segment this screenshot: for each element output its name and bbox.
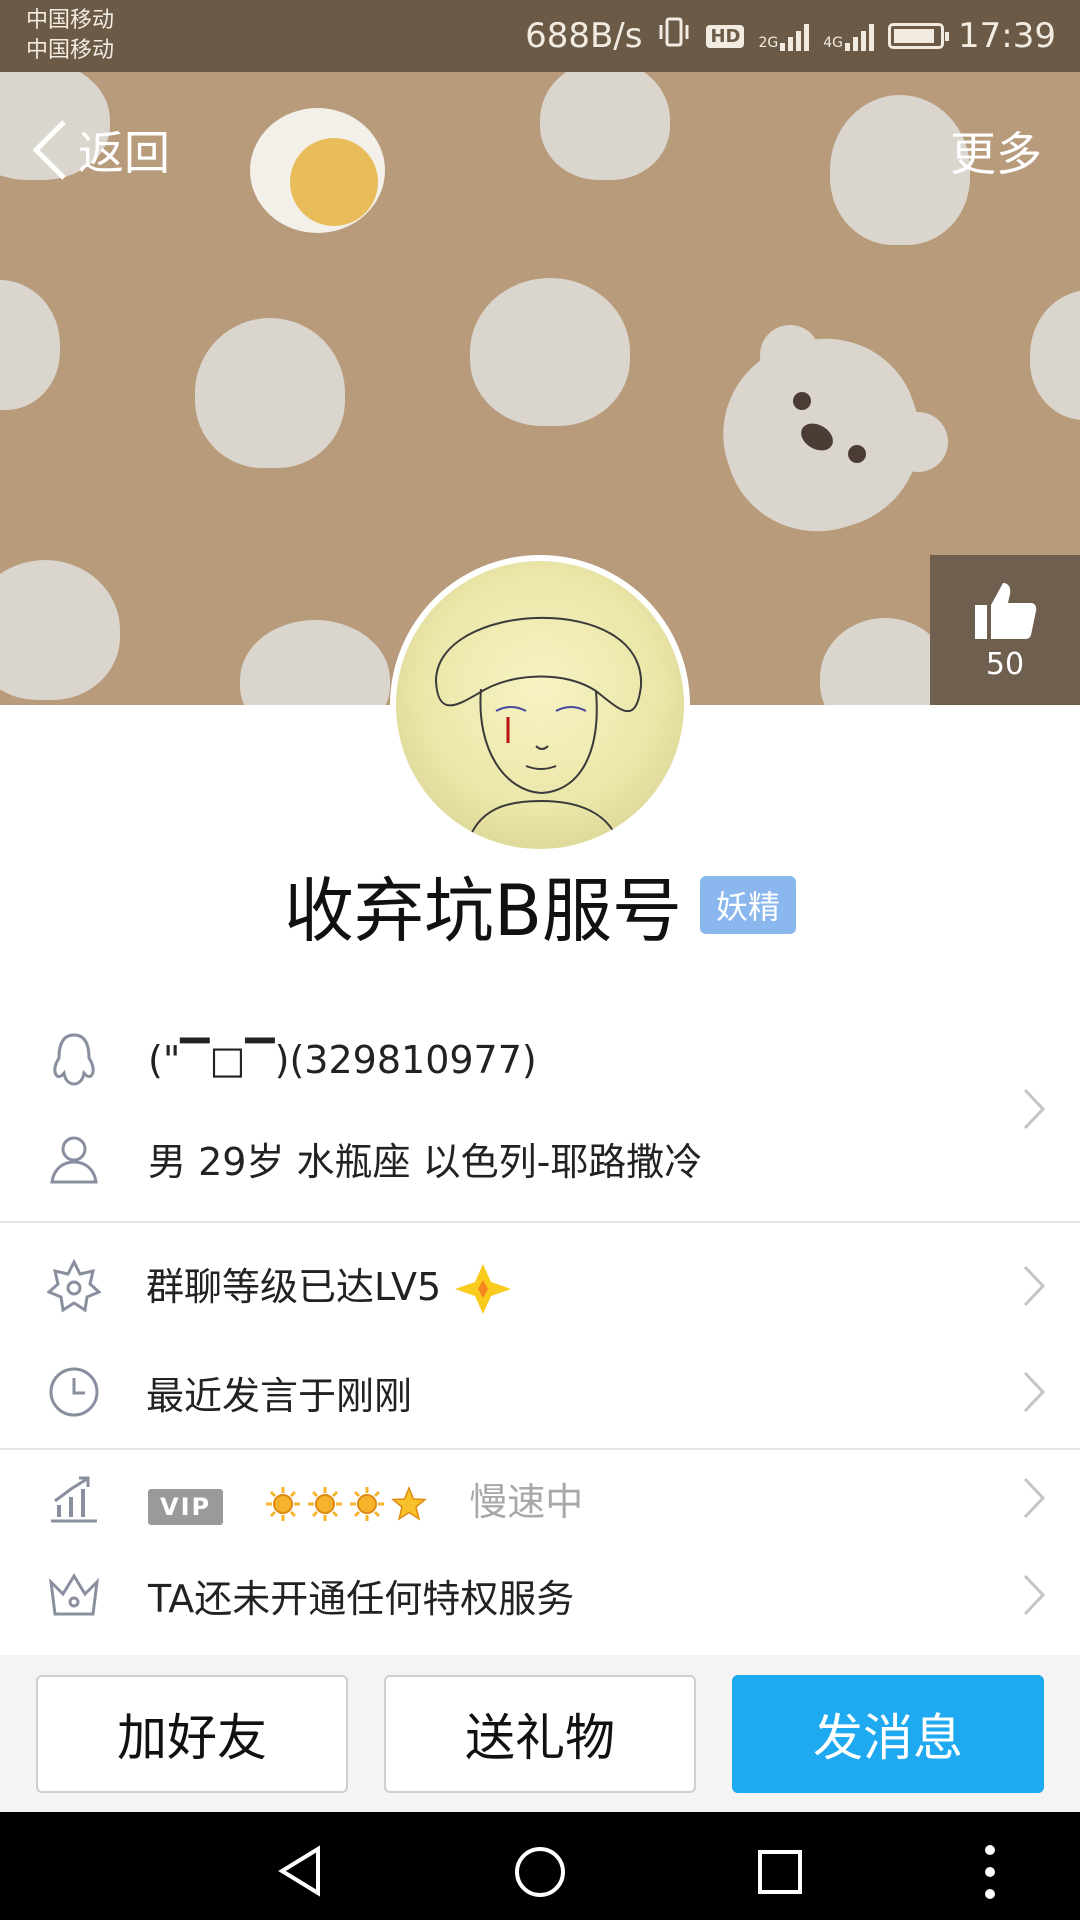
back-label: 返回 xyxy=(78,126,170,180)
bear-eye xyxy=(793,392,811,410)
profile-name-row: 收弃坑B服号 妖精 xyxy=(0,860,1080,952)
nav-home-icon[interactable] xyxy=(513,1845,567,1899)
signal-bars-icon xyxy=(780,21,810,51)
thumbs-up-icon xyxy=(975,582,1037,639)
vip-row[interactable]: VIP 慢速中 xyxy=(0,1458,1080,1538)
nav-recents-icon[interactable] xyxy=(756,1848,804,1896)
carrier-2: 中国移动 xyxy=(26,38,115,63)
nav-more-icon[interactable] xyxy=(982,1842,998,1902)
avatar-image xyxy=(396,561,684,849)
chevron-right-icon xyxy=(1023,1477,1046,1519)
battery-icon xyxy=(888,23,950,49)
send-message-button[interactable]: 发消息 xyxy=(732,1675,1044,1793)
bun-decoration xyxy=(0,560,120,700)
status-bar: 中国移动 中国移动 688B/s HD 2G 4G 17:39 xyxy=(0,0,1080,72)
avatar-drawing xyxy=(434,616,643,849)
action-bar: 加好友 送礼物 发消息 xyxy=(0,1655,1080,1812)
penguin-icon xyxy=(44,1030,104,1090)
status-indicators: 688B/s HD 2G 4G 17:39 xyxy=(525,0,1056,72)
star-gear-icon xyxy=(44,1256,104,1316)
level-diamond-icon xyxy=(455,1264,512,1315)
details-row: 男 29岁 水瓶座 以色列-耶路撒冷 xyxy=(0,1118,1080,1198)
vip-badge: VIP xyxy=(148,1488,224,1525)
last-speak-row[interactable]: 最近发言于刚刚 xyxy=(0,1352,1080,1432)
vip-status: 慢速中 xyxy=(469,1479,584,1524)
chevron-right-icon xyxy=(1023,1265,1046,1307)
bun-decoration xyxy=(540,60,670,180)
group-level-row[interactable]: 群聊等级已达LV5 xyxy=(0,1246,1080,1326)
chevron-left-icon xyxy=(32,120,66,180)
chevron-right-icon xyxy=(1023,1574,1046,1616)
bear-eye xyxy=(848,445,866,463)
navigation-bar xyxy=(0,1812,1080,1920)
back-button[interactable]: 返回 xyxy=(30,115,170,185)
bun-decoration xyxy=(0,280,60,410)
like-count: 50 xyxy=(985,646,1025,682)
network-speed: 688B/s xyxy=(525,16,643,56)
carrier-info: 中国移动 中国移动 xyxy=(26,6,114,66)
sun-icon xyxy=(350,1487,385,1521)
yolk-decoration xyxy=(290,138,378,226)
title-badge: 妖精 xyxy=(700,876,797,934)
chevron-right-icon xyxy=(1023,1371,1046,1413)
profile-name: 收弃坑B服号 xyxy=(283,869,682,952)
chevron-right-icon xyxy=(1023,1088,1046,1130)
signal-2g: 2G xyxy=(758,21,810,51)
bun-decoration xyxy=(1030,290,1080,420)
bun-decoration xyxy=(195,318,345,468)
star-icon xyxy=(391,1486,428,1521)
group-level-text: 群聊等级已达LV5 xyxy=(146,1256,513,1317)
nav-back-icon[interactable] xyxy=(276,1845,324,1897)
avatar[interactable] xyxy=(390,555,690,855)
vip-info: VIP 慢速中 xyxy=(148,1471,583,1526)
bun-decoration xyxy=(830,95,970,245)
person-icon xyxy=(44,1128,104,1188)
bun-decoration xyxy=(470,278,630,426)
signal-2g-label: 2G xyxy=(758,35,779,51)
last-speak-text: 最近发言于刚刚 xyxy=(146,1373,413,1418)
privilege-row[interactable]: TA还未开通任何特权服务 xyxy=(0,1555,1080,1635)
privilege-text: TA还未开通任何特权服务 xyxy=(148,1576,575,1621)
vip-level-icons xyxy=(265,1486,428,1522)
sun-icon xyxy=(308,1487,343,1521)
like-button[interactable]: 50 xyxy=(930,555,1080,705)
bun-decoration xyxy=(240,620,390,705)
crown-icon xyxy=(44,1565,104,1625)
chart-growth-icon xyxy=(44,1468,104,1528)
section-divider xyxy=(0,1448,1080,1450)
group-level-label: 群聊等级已达LV5 xyxy=(146,1264,442,1309)
more-button[interactable]: 更多 xyxy=(950,118,1042,184)
qq-number: ("▔□▔)(329810977) xyxy=(148,1038,537,1082)
send-gift-button[interactable]: 送礼物 xyxy=(384,1675,696,1793)
signal-4g: 4G xyxy=(823,21,875,51)
profile-details: 男 29岁 水瓶座 以色列-耶路撒冷 xyxy=(148,1139,703,1184)
section-divider xyxy=(0,1221,1080,1223)
sun-icon xyxy=(266,1487,301,1521)
vibrate-icon xyxy=(656,14,692,59)
clock: 17:39 xyxy=(958,16,1056,56)
add-friend-button[interactable]: 加好友 xyxy=(36,1675,348,1793)
carrier-1: 中国移动 xyxy=(26,8,115,33)
qq-row: ("▔□▔)(329810977) xyxy=(0,1020,1080,1100)
signal-4g-label: 4G xyxy=(823,35,844,51)
clock-icon xyxy=(44,1362,104,1422)
hd-badge: HD xyxy=(706,24,745,48)
signal-bars-icon xyxy=(845,21,875,51)
